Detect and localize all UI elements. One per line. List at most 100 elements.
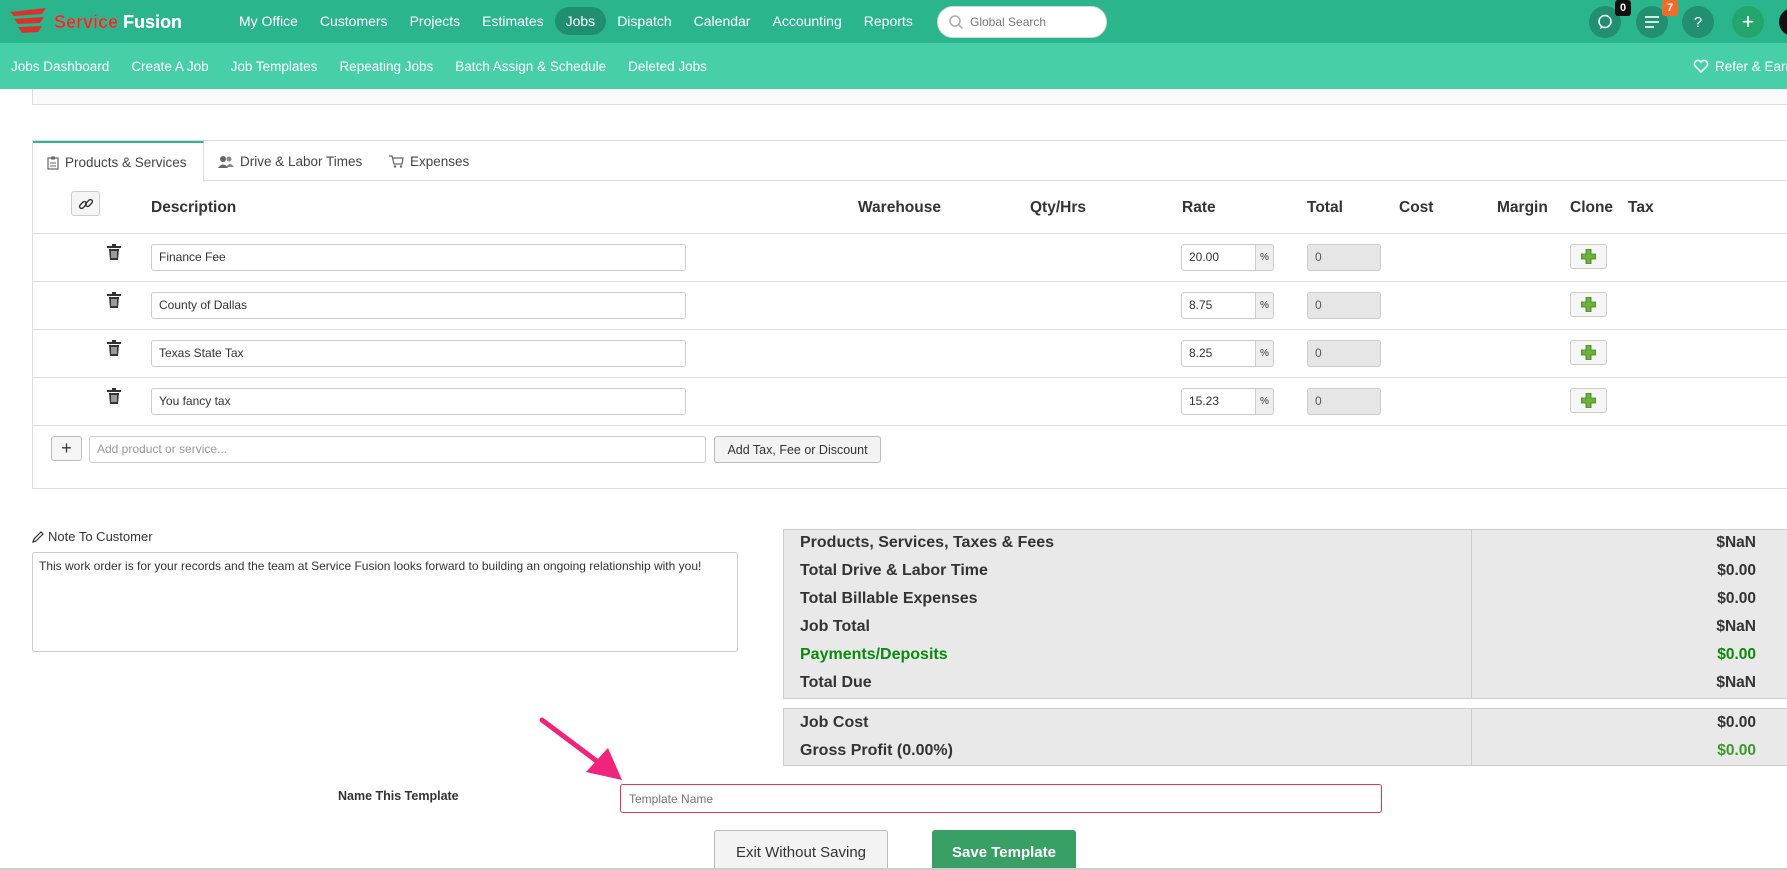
description-input[interactable]: Finance Fee bbox=[151, 244, 686, 271]
clone-button[interactable] bbox=[1570, 340, 1607, 365]
nav-projects[interactable]: Projects bbox=[399, 7, 472, 35]
percent-addon: % bbox=[1256, 292, 1274, 319]
pencil-icon bbox=[32, 530, 44, 543]
subnav-jobs-dashboard[interactable]: Jobs Dashboard bbox=[11, 59, 109, 74]
trash-icon[interactable] bbox=[107, 292, 121, 313]
quick-add-button[interactable]: + bbox=[1732, 6, 1764, 38]
add-tax-button[interactable]: Add Tax, Fee or Discount bbox=[714, 436, 881, 463]
chat-count-badge: 0 bbox=[1615, 0, 1631, 16]
description-input[interactable]: Texas State Tax bbox=[151, 340, 686, 367]
table-row: You fancy tax 15.23 % 0 bbox=[33, 377, 1787, 425]
totals-label: Products, Services, Taxes & Fees bbox=[800, 534, 1055, 551]
products-panel: Products & Services Drive & Labor Times … bbox=[32, 140, 1787, 489]
totals-value: $0.00 bbox=[1717, 714, 1756, 731]
nav-calendar[interactable]: Calendar bbox=[683, 7, 762, 35]
rate-field: 8.25 % bbox=[1181, 340, 1274, 367]
totals-value: $0.00 bbox=[1717, 562, 1756, 579]
clone-button[interactable] bbox=[1570, 244, 1607, 269]
totals-label: Total Due bbox=[800, 674, 872, 691]
global-search-input[interactable] bbox=[970, 15, 1090, 29]
subnav-job-templates[interactable]: Job Templates bbox=[231, 59, 318, 74]
jobs-subnav: Jobs Dashboard Create A Job Job Template… bbox=[0, 43, 1787, 89]
totals-value: $0.00 bbox=[1717, 590, 1756, 607]
totals-value: $0.00 bbox=[1717, 742, 1756, 759]
annotation-arrow-icon bbox=[539, 717, 622, 780]
tab-expenses-label: Expenses bbox=[410, 154, 470, 169]
plus-icon: + bbox=[1741, 9, 1755, 34]
col-tax: Tax bbox=[1628, 199, 1654, 216]
note-label: Note To Customer bbox=[32, 529, 153, 544]
note-label-text: Note To Customer bbox=[48, 529, 153, 544]
rate-input[interactable]: 20.00 bbox=[1181, 244, 1256, 271]
trash-icon[interactable] bbox=[107, 388, 121, 409]
template-name-label: Name This Template bbox=[338, 789, 459, 803]
description-input[interactable]: You fancy tax bbox=[151, 388, 686, 415]
totals-summary: Products, Services, Taxes & Fees $NaN To… bbox=[783, 529, 1787, 699]
rate-input[interactable]: 8.25 bbox=[1181, 340, 1256, 367]
avatar[interactable] bbox=[1779, 8, 1787, 36]
totals-row: Gross Profit (0.00%) $0.00 bbox=[784, 738, 1787, 766]
nav-jobs[interactable]: Jobs bbox=[554, 7, 607, 35]
note-to-customer-textarea[interactable]: This work order is for your records and … bbox=[32, 552, 738, 652]
tab-drive-labor[interactable]: Drive & Labor Times bbox=[204, 141, 376, 182]
subnav-repeating-jobs[interactable]: Repeating Jobs bbox=[339, 59, 433, 74]
col-description: Description bbox=[151, 199, 237, 216]
rate-field: 15.23 % bbox=[1181, 388, 1274, 415]
nav-customers[interactable]: Customers bbox=[309, 7, 399, 35]
totals-label: Job Cost bbox=[800, 714, 869, 731]
col-rate: Rate bbox=[1182, 199, 1216, 216]
trash-icon[interactable] bbox=[107, 340, 121, 361]
refer-label: Refer & Earn bbox=[1714, 58, 1787, 74]
nav-accounting[interactable]: Accounting bbox=[761, 7, 852, 35]
save-template-button[interactable]: Save Template bbox=[932, 830, 1076, 870]
table-row: County of Dallas 8.75 % 0 bbox=[33, 281, 1787, 329]
add-row-button[interactable]: + bbox=[51, 436, 82, 461]
logo[interactable]: Service Fusion bbox=[8, 4, 182, 40]
totals-value: $NaN bbox=[1716, 534, 1756, 551]
nav-dispatch[interactable]: Dispatch bbox=[606, 7, 682, 35]
link-items-button[interactable] bbox=[71, 191, 100, 216]
tab-expenses[interactable]: Expenses bbox=[375, 141, 483, 182]
tab-products-services[interactable]: Products & Services bbox=[33, 141, 204, 182]
add-product-input[interactable]: Add product or service... bbox=[89, 436, 706, 463]
exit-without-saving-button[interactable]: Exit Without Saving bbox=[714, 830, 888, 870]
rate-input[interactable]: 8.75 bbox=[1181, 292, 1256, 319]
refer-and-earn[interactable]: Refer & Earn bbox=[1693, 43, 1787, 89]
green-plus-icon bbox=[1581, 249, 1596, 264]
nav-estimates[interactable]: Estimates bbox=[471, 7, 554, 35]
rate-field: 20.00 % bbox=[1181, 244, 1274, 271]
col-qty: Qty/Hrs bbox=[1030, 199, 1086, 216]
tasks-button[interactable]: 7 bbox=[1636, 0, 1678, 38]
template-name-input[interactable] bbox=[620, 784, 1382, 813]
global-search[interactable] bbox=[937, 6, 1107, 38]
subnav-batch-assign[interactable]: Batch Assign & Schedule bbox=[455, 59, 606, 74]
clone-button[interactable] bbox=[1570, 292, 1607, 317]
help-button[interactable]: ? bbox=[1682, 6, 1714, 38]
help-icon: ? bbox=[1693, 13, 1703, 31]
totals-label: Gross Profit (0.00%) bbox=[800, 742, 953, 759]
totals-label: Total Drive & Labor Time bbox=[800, 562, 988, 579]
users-icon bbox=[218, 156, 234, 168]
totals-row: Payments/Deposits $0.00 bbox=[784, 642, 1787, 670]
trash-icon[interactable] bbox=[107, 244, 121, 265]
chat-bubble-icon bbox=[1598, 14, 1612, 29]
total-field: 0 bbox=[1307, 292, 1381, 319]
chat-button[interactable]: 0 bbox=[1589, 0, 1631, 38]
green-plus-icon bbox=[1581, 297, 1596, 312]
list-icon bbox=[1645, 16, 1659, 28]
table-row: Finance Fee 20.00 % 0 bbox=[33, 233, 1787, 281]
col-margin: Margin bbox=[1497, 199, 1548, 216]
nav-reports[interactable]: Reports bbox=[853, 7, 924, 35]
subnav-create-a-job[interactable]: Create A Job bbox=[131, 59, 208, 74]
rate-input[interactable]: 15.23 bbox=[1181, 388, 1256, 415]
totals-value: $NaN bbox=[1716, 674, 1756, 691]
col-cost: Cost bbox=[1399, 199, 1434, 216]
subnav-deleted-jobs[interactable]: Deleted Jobs bbox=[628, 59, 707, 74]
percent-addon: % bbox=[1256, 244, 1274, 271]
clone-button[interactable] bbox=[1570, 388, 1607, 413]
totals-row: Job Total $NaN bbox=[784, 614, 1787, 642]
totals-row: Total Drive & Labor Time $0.00 bbox=[784, 558, 1787, 586]
totals-label: Job Total bbox=[800, 618, 870, 635]
nav-my-office[interactable]: My Office bbox=[228, 7, 309, 35]
description-input[interactable]: County of Dallas bbox=[151, 292, 686, 319]
